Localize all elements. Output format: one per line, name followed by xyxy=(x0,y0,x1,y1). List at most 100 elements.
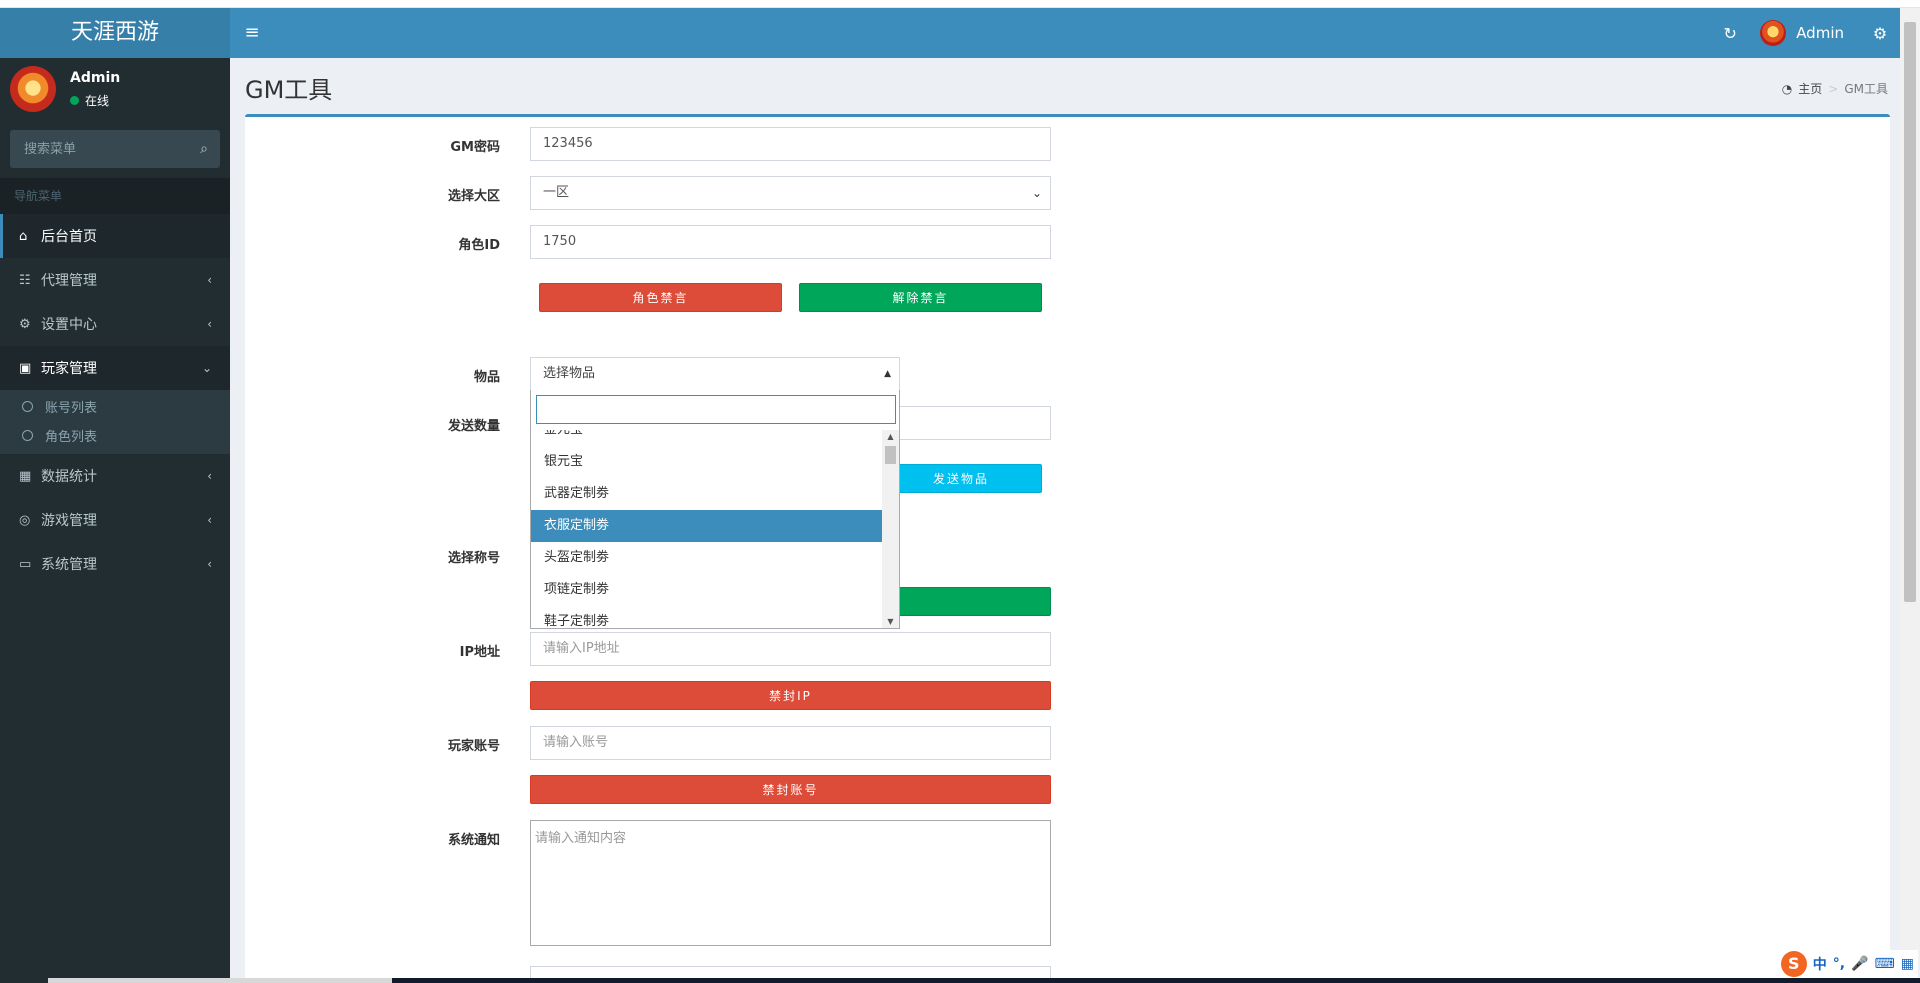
cogs-icon: ⚙ xyxy=(19,316,31,332)
triangle-up-icon: ▲ xyxy=(884,369,891,379)
search-icon[interactable]: ⌕ xyxy=(200,141,208,157)
dashboard-icon: ◔ xyxy=(1781,81,1793,96)
ime-toolbar: S 中 °, 🎤 ⌨ ▦ xyxy=(1776,950,1918,978)
sidebar-subitem-accounts[interactable]: 账号列表 xyxy=(0,392,230,421)
avatar xyxy=(1760,20,1787,46)
sidebar-item-stats[interactable]: ▦ 数据统计 ‹ xyxy=(0,454,230,498)
role-id-field[interactable]: 1750 xyxy=(530,225,1051,259)
chevron-left-icon: ‹ xyxy=(207,557,212,571)
dropdown-option[interactable]: 项链定制劵 xyxy=(531,574,884,606)
refresh-icon[interactable]: ↻ xyxy=(1710,24,1750,43)
sidebar-subitem-label: 账号列表 xyxy=(45,401,98,416)
gears-icon[interactable]: ⚙ xyxy=(1860,24,1900,43)
notice-label: 系统通知 xyxy=(447,833,500,848)
chevron-left-icon: ‹ xyxy=(207,273,212,287)
breadcrumb-home-link[interactable]: 主页 xyxy=(1798,80,1822,97)
sidebar-item-system[interactable]: ▭ 系统管理 ‹ xyxy=(0,542,230,586)
ime-grid-icon[interactable]: ▦ xyxy=(1901,956,1914,972)
item-select[interactable]: 选择物品 ▲ xyxy=(530,357,900,391)
send-count-label: 发送数量 xyxy=(447,419,500,434)
scroll-down-icon[interactable]: ▼ xyxy=(882,617,899,626)
region-select[interactable]: 一区 ⌄ xyxy=(530,176,1051,210)
sidebar-item-settings[interactable]: ⚙ 设置中心 ‹ xyxy=(0,302,230,346)
chevron-left-icon: ‹ xyxy=(207,469,212,483)
ime-keyboard-icon[interactable]: ⌨ xyxy=(1875,956,1895,972)
account-field[interactable]: 请输入账号 xyxy=(530,726,1051,760)
header-right: ↻ Admin ⚙ xyxy=(1710,8,1900,58)
sidebar: Admin 在线 ⌕ 导航菜单 ⌂ 后台首页 ☷ 代理管理 ‹ ⚙ 设置中心 ‹… xyxy=(0,58,230,983)
item-dropdown: 金元宝 银元宝 武器定制劵 衣服定制劵 头盔定制劵 项链定制劵 鞋子定制劵 ▲ … xyxy=(530,390,900,629)
taskbar-segment xyxy=(48,978,392,983)
user-status-label: 在线 xyxy=(85,94,110,108)
circle-icon xyxy=(22,430,33,441)
dropdown-option[interactable]: 金元宝 xyxy=(531,430,884,446)
contact-book-icon: ▣ xyxy=(19,360,32,376)
users-icon: ☷ xyxy=(19,272,31,288)
dropdown-option[interactable]: 武器定制劵 xyxy=(531,478,884,510)
sidebar-toggle-button[interactable]: ≡ xyxy=(240,8,264,58)
scrollbar-thumb[interactable] xyxy=(1904,22,1916,602)
scrollbar-thumb[interactable] xyxy=(885,446,896,464)
scroll-up-icon[interactable]: ▲ xyxy=(882,432,899,441)
nav-header: 导航菜单 xyxy=(0,178,230,214)
send-count-field[interactable] xyxy=(880,406,1051,440)
sidebar-item-agents[interactable]: ☷ 代理管理 ‹ xyxy=(0,258,230,302)
ip-label: IP地址 xyxy=(459,645,500,660)
send-item-button[interactable]: 发送物品 xyxy=(880,464,1042,493)
gm-password-label: GM密码 xyxy=(450,140,500,155)
sidebar-item-label: 数据统计 xyxy=(41,469,97,485)
user-name: Admin xyxy=(70,70,121,86)
dropdown-option-highlighted[interactable]: 衣服定制劵 xyxy=(531,510,884,542)
page-scrollbar[interactable] xyxy=(1900,8,1920,983)
chevron-down-icon: ⌄ xyxy=(1031,186,1042,200)
chevron-left-icon: ‹ xyxy=(207,513,212,527)
sidebar-item-games[interactable]: ◎ 游戏管理 ‹ xyxy=(0,498,230,542)
ime-logo-icon[interactable]: S xyxy=(1780,951,1807,977)
mute-role-button[interactable]: 角色禁言 xyxy=(539,283,782,312)
ip-field[interactable]: 请输入IP地址 xyxy=(530,632,1051,666)
sidebar-subitem-roles[interactable]: 角色列表 xyxy=(0,421,230,450)
ime-microphone-icon[interactable]: 🎤 xyxy=(1851,956,1868,972)
sidebar-search: ⌕ xyxy=(10,130,220,168)
gm-password-field[interactable]: 123456 xyxy=(530,127,1051,161)
main-header: 天涯西游 ≡ ↻ Admin ⚙ xyxy=(0,8,1900,58)
header-user-menu[interactable]: Admin xyxy=(1750,20,1860,46)
sidebar-item-label: 设置中心 xyxy=(41,317,97,333)
grant-title-button[interactable] xyxy=(880,587,1051,616)
avatar xyxy=(10,66,56,112)
dropdown-search-input[interactable] xyxy=(536,395,896,424)
taskbar-strip xyxy=(48,978,1920,983)
ime-chinese-mode[interactable]: 中 xyxy=(1813,954,1827,974)
account-label: 玩家账号 xyxy=(447,739,500,754)
item-label: 物品 xyxy=(473,370,500,385)
sidebar-item-label: 代理管理 xyxy=(41,273,97,289)
notice-textarea[interactable]: 请输入通知内容 xyxy=(530,820,1051,946)
ime-punctuation-icon[interactable]: °, xyxy=(1833,956,1845,972)
header-user-name: Admin xyxy=(1796,24,1844,42)
unmute-role-button[interactable]: 解除禁言 xyxy=(799,283,1042,312)
dropdown-scrollbar[interactable]: ▲ ▼ xyxy=(882,430,899,628)
ban-account-button[interactable]: 禁封账号 xyxy=(530,775,1051,804)
sidebar-item-label: 系统管理 xyxy=(41,557,97,573)
sidebar-item-players[interactable]: ▣ 玩家管理 ⌄ xyxy=(0,346,230,390)
ban-ip-button[interactable]: 禁封IP xyxy=(530,681,1051,710)
sidebar-item-home[interactable]: ⌂ 后台首页 xyxy=(0,214,230,258)
online-dot-icon xyxy=(70,96,79,105)
content-header: GM工具 ◔ 主页 > GM工具 xyxy=(230,58,1900,118)
dropdown-option[interactable]: 鞋子定制劵 xyxy=(531,606,884,628)
region-select-value: 一区 xyxy=(543,185,570,200)
chevron-down-icon: ⌄ xyxy=(201,361,212,375)
chevron-left-icon: ‹ xyxy=(207,317,212,331)
gamepad-icon: ◎ xyxy=(19,512,31,528)
sidebar-item-label: 后台首页 xyxy=(41,229,97,245)
desktop-icon: ▭ xyxy=(19,556,32,572)
window-top-strip xyxy=(0,0,1920,8)
region-label: 选择大区 xyxy=(447,189,500,204)
home-icon: ⌂ xyxy=(19,228,28,244)
title-select-label: 选择称号 xyxy=(447,551,500,566)
dropdown-option[interactable]: 头盔定制劵 xyxy=(531,542,884,574)
dropdown-option[interactable]: 银元宝 xyxy=(531,446,884,478)
breadcrumb: ◔ 主页 > GM工具 xyxy=(1782,80,1888,97)
app-logo[interactable]: 天涯西游 xyxy=(0,8,230,58)
search-input[interactable] xyxy=(10,130,220,168)
